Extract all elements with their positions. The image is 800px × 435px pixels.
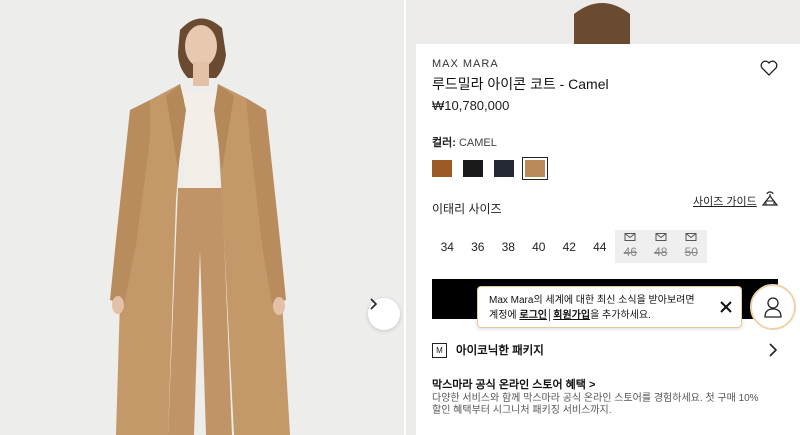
size-option-34[interactable]: 34 bbox=[432, 230, 463, 263]
signup-link[interactable]: 회원가입 bbox=[553, 310, 590, 321]
toast-line2-prefix: 계정에 bbox=[489, 310, 520, 321]
mail-icon bbox=[685, 233, 697, 241]
user-icon bbox=[764, 297, 782, 318]
promo-title-link[interactable]: 막스마라 공식 온라인 스토어 혜택 > bbox=[432, 376, 595, 392]
product-image-main bbox=[0, 0, 404, 435]
hanger-icon[interactable] bbox=[761, 191, 779, 207]
color-swatch-camel[interactable] bbox=[522, 157, 548, 180]
size-label: 이태리 사이즈 bbox=[432, 202, 502, 216]
account-button[interactable] bbox=[750, 284, 796, 330]
mail-icon bbox=[624, 233, 636, 241]
login-toast: Max Mara의 세계에 대한 최신 소식을 받아보려면 계정에 로그인│회원… bbox=[477, 286, 742, 328]
selected-color: CAMEL bbox=[458, 137, 497, 149]
next-image-button[interactable] bbox=[368, 298, 400, 330]
size-option-40[interactable]: 40 bbox=[524, 230, 555, 263]
size-option-46[interactable]: 46 bbox=[615, 230, 646, 263]
size-option-44[interactable]: 44 bbox=[585, 230, 616, 263]
size-option-42[interactable]: 42 bbox=[554, 230, 585, 263]
toast-message: Max Mara의 세계에 대한 최신 소식을 받아보려면 계정에 로그인│회원… bbox=[489, 293, 717, 323]
toast-line1: Max Mara의 세계에 대한 최신 소식을 받아보려면 bbox=[489, 295, 695, 306]
color-swatches bbox=[432, 157, 548, 180]
size-options: 34 36 38 40 42 44 46 48 50 bbox=[432, 230, 707, 263]
size-guide-link[interactable]: 사이즈 가이드 bbox=[693, 193, 757, 209]
color-label: 컬러: CAMEL bbox=[432, 137, 497, 149]
product-title: 루드밀라 아이콘 코트 - Camel bbox=[432, 76, 609, 92]
package-icon: M bbox=[432, 342, 447, 358]
model-photo bbox=[110, 18, 290, 435]
product-price: ₩10,780,000 bbox=[432, 98, 510, 113]
promo-body: 다양한 서비스와 함께 막스마라 공식 온라인 스토어를 경험하세요. 첫 구매… bbox=[432, 393, 759, 416]
chevron-right-icon bbox=[370, 298, 378, 310]
color-swatch-black[interactable] bbox=[463, 160, 483, 177]
close-icon[interactable] bbox=[719, 300, 733, 314]
size-option-38[interactable]: 38 bbox=[493, 230, 524, 263]
chevron-right-icon bbox=[769, 343, 778, 357]
size-option-48[interactable]: 48 bbox=[645, 230, 676, 263]
color-swatch-navy[interactable] bbox=[494, 160, 514, 177]
color-swatch-brown[interactable] bbox=[432, 160, 452, 177]
brand-name: MAX MARA bbox=[432, 58, 499, 70]
iconic-package-row[interactable]: M 아이코닉한 패키지 bbox=[432, 342, 778, 358]
toast-line2-suffix: 을 추가하세요. bbox=[590, 310, 651, 321]
package-label: 아이코닉한 패키지 bbox=[456, 345, 544, 357]
heart-icon[interactable] bbox=[760, 60, 778, 76]
size-option-36[interactable]: 36 bbox=[463, 230, 494, 263]
login-link[interactable]: 로그인 bbox=[519, 310, 547, 321]
mail-icon bbox=[655, 233, 667, 241]
size-option-50[interactable]: 50 bbox=[676, 230, 707, 263]
product-info-panel: MAX MARA 루드밀라 아이콘 코트 - Camel ₩10,780,000… bbox=[416, 44, 800, 435]
